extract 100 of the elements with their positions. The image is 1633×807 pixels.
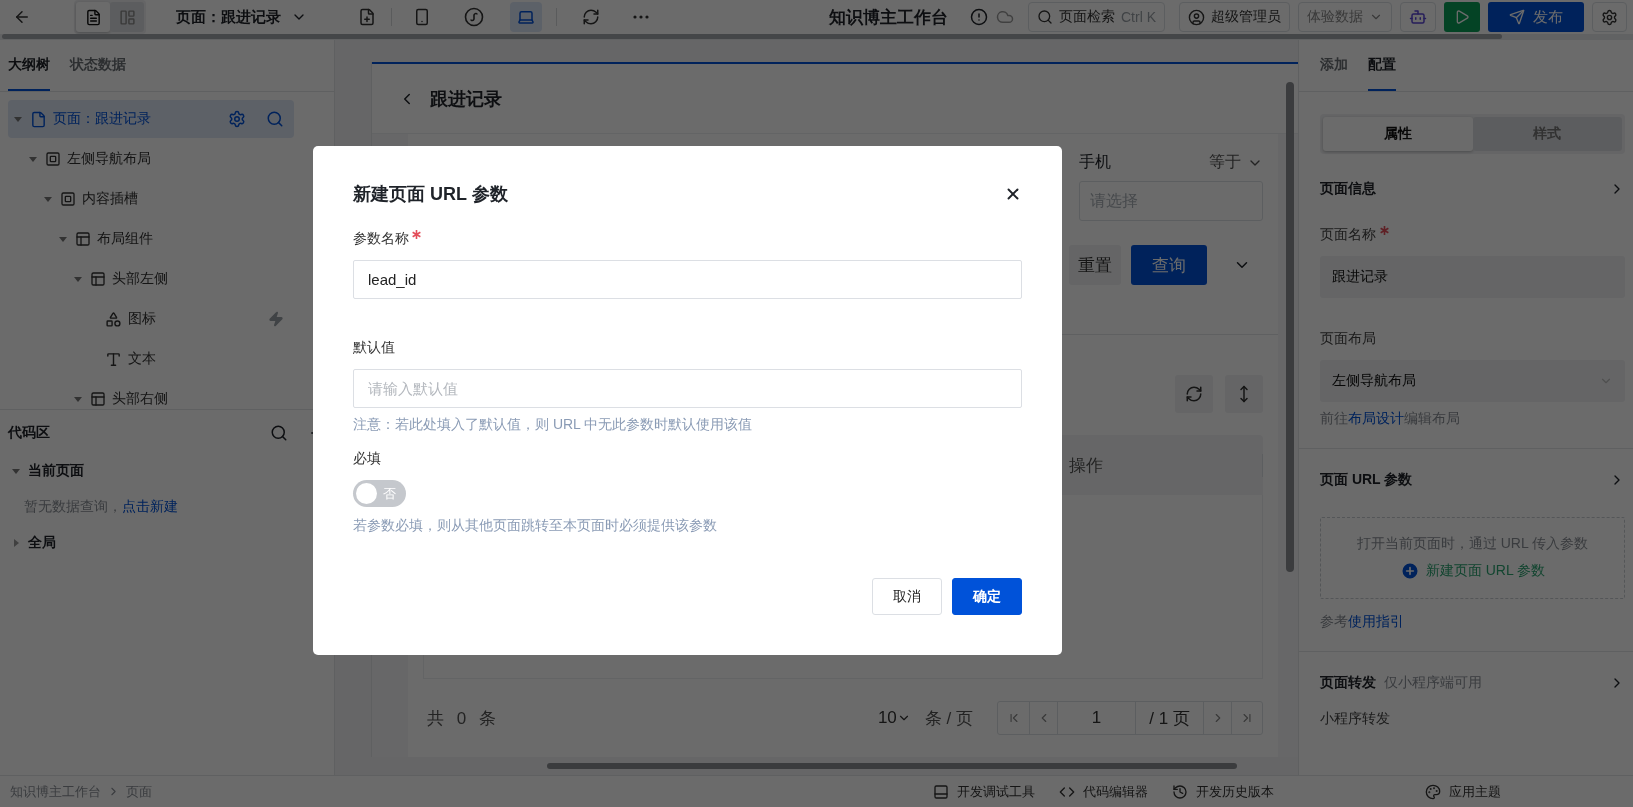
tree-item[interactable]: 左侧导航布局 [8,140,294,178]
caret-icon[interactable] [12,467,20,475]
refresh-button[interactable] [1175,375,1213,413]
caret-icon[interactable] [14,115,22,123]
plus-circle-icon [1399,561,1420,581]
tree-item[interactable]: 头部右侧 [8,380,294,409]
more-icon [633,15,649,19]
section-title: 页面信息 [1320,180,1376,198]
section-title: 页面转发 [1320,674,1376,692]
section-title: 页面 URL 参数 [1320,471,1413,489]
search-icon[interactable] [270,424,288,442]
tool-button[interactable]: 开发调试工具 [933,782,1035,801]
settings-icon[interactable] [228,110,246,128]
caret-icon[interactable] [12,539,20,547]
page-title: 跟进记录 [430,87,502,111]
theme-button[interactable]: 应用主题 [1425,782,1501,801]
settings-button[interactable] [1592,2,1627,32]
help-text: 注意：若此处填入了默认值，则 URL 中无此参数时默认使用该值 [353,416,754,434]
total-count: 共 0 条 [427,707,496,730]
send-icon [1509,9,1525,25]
tree-item[interactable]: 图标 [8,300,294,338]
layout-icon [118,8,136,26]
page-count: / 1 页 [1136,702,1204,734]
search-icon[interactable] [266,110,284,128]
layout-icon [90,271,106,287]
tree-item[interactable]: 内容插槽 [8,180,294,218]
user-icon [1188,8,1205,26]
group-header[interactable]: 当前页面 [0,452,334,490]
panel-icon [933,783,949,800]
panel-tab[interactable]: 添加 [1320,40,1348,91]
page-size-select[interactable]: 10 [877,708,911,728]
page-name-field[interactable]: 跟进记录 [1320,256,1625,298]
field-label: 默认值 [353,339,395,357]
help-text: 若参数必填，则从其他页面跳转至本页面时必须提供该参数 [353,517,718,535]
guide-link[interactable]: 使用指引 [1348,613,1404,629]
caret-icon[interactable] [59,235,67,243]
panel-tab[interactable]: 配置 [1368,40,1396,91]
layout-icon [75,231,91,247]
new-param-link[interactable]: 新建页面 URL 参数 [1399,561,1546,581]
app-title: 知识博主工作台 [829,6,948,29]
dialog-title: 新建页面 URL 参数 [353,183,508,206]
page-input[interactable]: 1 [1058,702,1136,734]
input-field[interactable]: 请输入默认值 [353,369,1022,408]
shapes-icon [105,310,122,328]
panel-tab[interactable]: 大纲树 [8,40,50,91]
search-icon [1037,9,1053,25]
tree-item[interactable]: 布局组件 [8,220,294,258]
view-toggle[interactable] [110,2,144,32]
field-label: 页面名称 [1320,226,1376,244]
publish-button[interactable]: 发布 [1488,2,1584,32]
tool-button[interactable]: 代码编辑器 [1059,782,1148,801]
preview-button[interactable] [1444,2,1480,32]
laptop-icon [517,8,535,26]
confirm-button[interactable]: 确定 [952,578,1022,615]
square-icon [60,191,76,207]
row-height-button[interactable] [1225,375,1263,413]
cancel-button[interactable]: 取消 [872,578,942,615]
caret-icon[interactable] [29,155,37,163]
user-button[interactable]: 超级管理员 [1179,2,1290,32]
last-page-icon[interactable] [1240,711,1254,725]
view-toggle[interactable] [76,2,110,32]
caret-icon[interactable] [74,395,82,403]
horizontal-scrollbar[interactable] [2,34,1502,39]
tree-item[interactable]: 文本 [8,340,294,378]
tree-item[interactable]: 头部左侧 [8,260,294,298]
layout-icon [90,391,106,407]
segment-tab[interactable]: 属性 [1323,117,1473,151]
group-header[interactable]: 全局 [0,524,334,562]
tree-item[interactable]: 页面：跟进记录 [8,100,294,138]
input-field[interactable]: lead_id [353,260,1022,299]
panel-tab[interactable]: 状态数据 [70,40,126,91]
refresh-icon [582,8,600,26]
document-icon [84,8,102,26]
search-button[interactable]: 查询 [1131,245,1207,285]
refresh-icon [1185,385,1203,403]
vertical-scrollbar[interactable] [1286,82,1294,572]
tool-button[interactable]: 开发历史版本 [1172,782,1274,801]
layout-select[interactable]: 左侧导航布局 [1320,360,1625,402]
horizontal-scrollbar[interactable] [547,763,1237,769]
field-label: 参数名称 [353,230,409,248]
mini-program-icon [464,7,484,27]
device-toggle[interactable] [510,2,542,32]
caret-icon[interactable] [44,195,52,203]
cloud-icon[interactable] [996,8,1014,26]
square-icon [45,151,61,167]
field-label: 必填 [353,450,381,468]
layout-design-link[interactable]: 布局设计 [1348,410,1404,426]
operator-select[interactable]: 等于 [1209,152,1263,173]
reset-button[interactable]: 重置 [1069,245,1121,285]
assistant-button[interactable] [1400,2,1436,32]
page-size-unit: 条 / 页 [924,707,973,730]
file-plus-icon [358,8,376,26]
field-label: 小程序转发 [1320,710,1390,728]
create-link[interactable]: 点击新建 [122,498,178,514]
page-selector[interactable]: 页面：跟进记录 [170,6,313,28]
file-icon [30,110,47,128]
info-icon[interactable] [970,8,988,26]
field-label: 页面布局 [1320,330,1376,348]
text-icon [105,350,122,368]
caret-icon[interactable] [74,275,82,283]
